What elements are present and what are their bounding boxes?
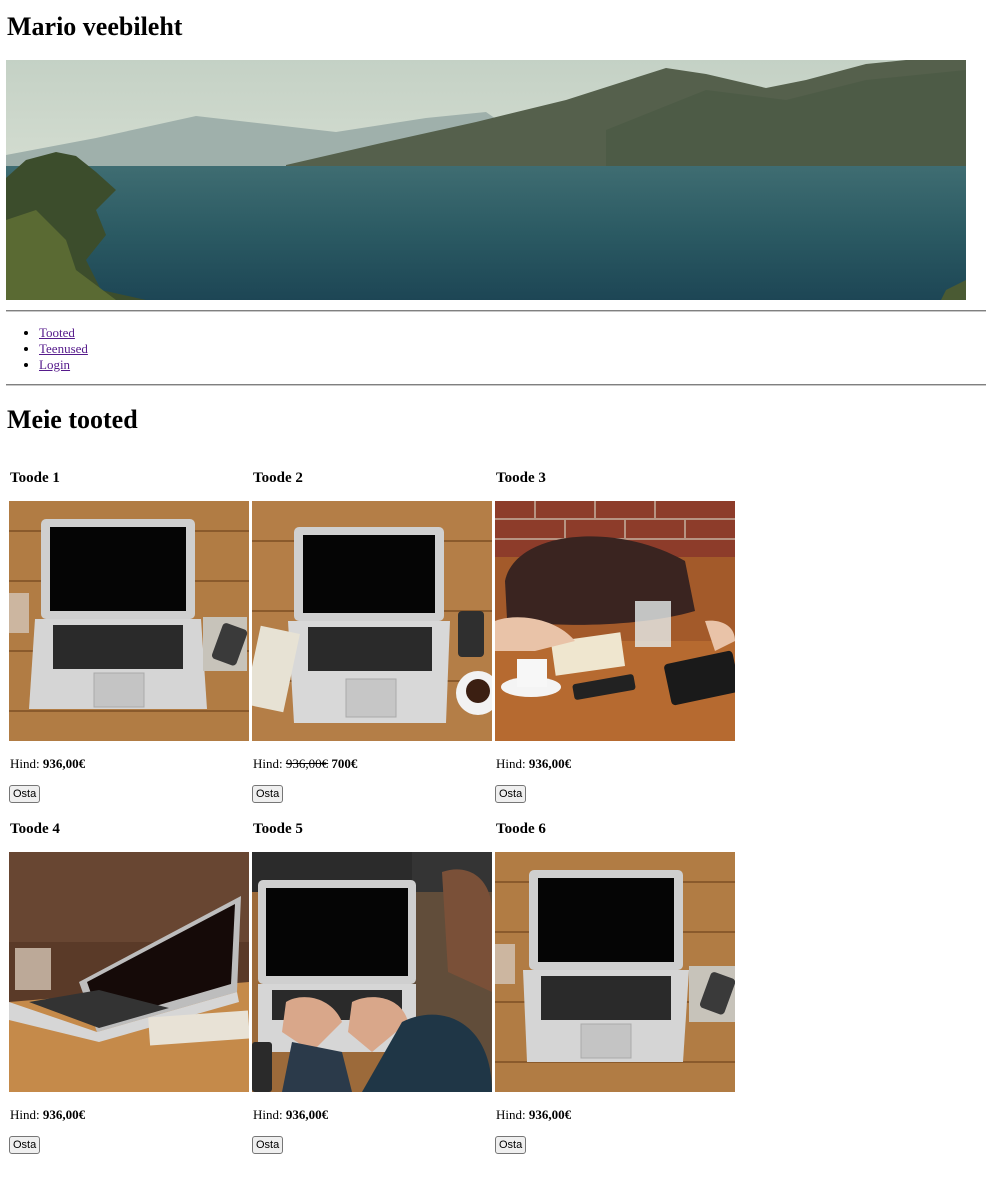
- product-name: Toode 3: [496, 470, 546, 486]
- price-line: Hind: 936,00€: [496, 756, 571, 772]
- nav-link-tooted[interactable]: Tooted: [39, 325, 75, 340]
- price-label: Hind:: [10, 1107, 40, 1122]
- nav-link-teenused[interactable]: Teenused: [39, 341, 88, 356]
- product-name: Toode 5: [253, 821, 303, 837]
- buy-button[interactable]: Osta: [252, 785, 284, 803]
- buy-button[interactable]: Osta: [9, 785, 41, 803]
- bottom-divider: [6, 384, 986, 386]
- price-value: 936,00€: [528, 756, 572, 771]
- product-card: Toode 6 Hind: 936,00€ Osta: [495, 820, 735, 1160]
- product-card: Toode 3 Hind: 936,00€ Osta: [495, 469, 735, 809]
- product-image: [9, 501, 249, 741]
- nav-link-login[interactable]: Login: [39, 357, 70, 372]
- top-divider: [6, 310, 986, 312]
- buy-button[interactable]: Osta: [495, 1136, 527, 1154]
- product-name: Toode 6: [496, 821, 546, 837]
- buy-button[interactable]: Osta: [9, 1136, 41, 1154]
- price-label: Hind:: [253, 1107, 283, 1122]
- buy-button[interactable]: Osta: [252, 1136, 284, 1154]
- price-value: 936,00€: [42, 1107, 86, 1122]
- product-image: [9, 852, 249, 1092]
- product-image: [252, 501, 492, 741]
- main-nav: Tooted Teenused Login: [7, 325, 88, 373]
- price-value: 936,00€: [42, 756, 86, 771]
- price-label: Hind:: [10, 756, 40, 771]
- site-title: Mario veebileht: [7, 12, 183, 41]
- nav-item-tooted: Tooted: [39, 325, 88, 341]
- product-name: Toode 2: [253, 470, 303, 486]
- section-title: Meie tooted: [7, 405, 138, 434]
- price-value: 700€: [331, 756, 358, 771]
- product-image: [495, 501, 735, 741]
- price-line: Hind: 936,00€ 700€: [253, 756, 357, 772]
- product-image: [252, 852, 492, 1092]
- product-card: Toode 5 Hind: 936,00€ Osta: [252, 820, 492, 1160]
- price-line: Hind: 936,00€: [253, 1107, 328, 1123]
- nav-item-teenused: Teenused: [39, 341, 88, 357]
- price-line: Hind: 936,00€: [10, 756, 85, 772]
- product-card: Toode 4 Hind: 936,00€ Osta: [9, 820, 249, 1160]
- price-line: Hind: 936,00€: [10, 1107, 85, 1123]
- product-name: Toode 1: [10, 470, 60, 486]
- price-value: 936,00€: [528, 1107, 572, 1122]
- price-value: 936,00€: [285, 1107, 329, 1122]
- old-price: 936,00€: [285, 756, 329, 771]
- hero-banner-image: [6, 60, 966, 300]
- price-line: Hind: 936,00€: [496, 1107, 571, 1123]
- product-image: [495, 852, 735, 1092]
- price-label: Hind:: [496, 1107, 526, 1122]
- price-label: Hind:: [496, 756, 526, 771]
- nav-item-login: Login: [39, 357, 88, 373]
- product-card: Toode 2 Hind: 936,00€ 700€ Osta: [252, 469, 492, 809]
- buy-button[interactable]: Osta: [495, 785, 527, 803]
- price-label: Hind:: [253, 756, 283, 771]
- product-card: Toode 1 Hind: 936,00€ Osta: [9, 469, 249, 809]
- product-name: Toode 4: [10, 821, 60, 837]
